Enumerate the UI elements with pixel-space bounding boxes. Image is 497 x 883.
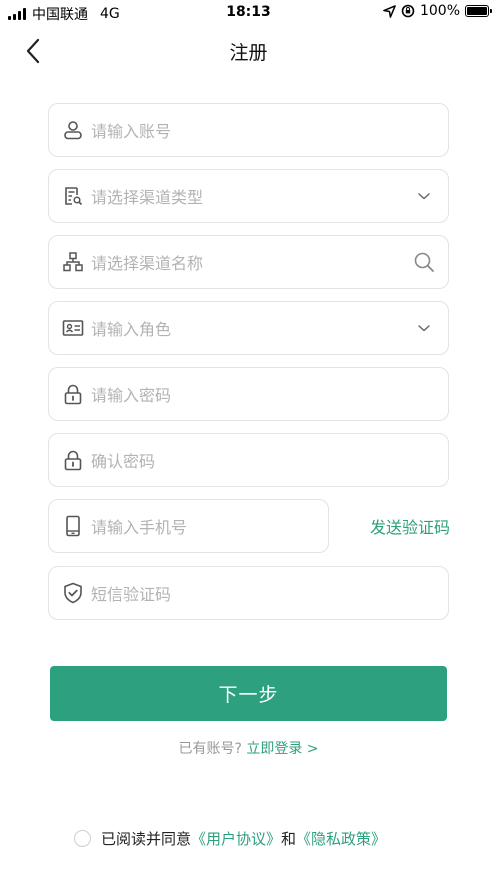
page-title: 注册 xyxy=(229,42,268,64)
nav-bar: 注册 xyxy=(0,26,497,74)
status-bar: 中国联通 4G 18:13 100% xyxy=(0,0,497,26)
battery-label: 100% xyxy=(419,3,460,19)
password-placeholder: 请输入密码 xyxy=(91,386,172,405)
lock-icon xyxy=(61,382,85,406)
role-select[interactable]: 请输入角色 xyxy=(48,301,449,355)
chevron-down-icon xyxy=(412,184,436,208)
sms-code-placeholder: 短信验证码 xyxy=(91,585,172,604)
location-icon xyxy=(383,4,396,18)
account-input[interactable]: 请输入账号 xyxy=(48,103,449,157)
send-code-button[interactable]: 发送验证码 xyxy=(356,514,450,538)
agreement-row: 已阅读并同意 《用户协议》 和 《隐私政策》 xyxy=(74,828,386,849)
privacy-policy-link[interactable]: 《隐私政策》 xyxy=(296,828,386,849)
shield-check-icon xyxy=(61,581,85,605)
channel-type-placeholder: 请选择渠道类型 xyxy=(91,188,204,207)
battery-icon xyxy=(465,5,492,17)
agreement-prefix: 已阅读并同意 xyxy=(101,830,192,848)
role-placeholder: 请输入角色 xyxy=(91,320,172,339)
org-chart-icon xyxy=(61,250,85,274)
channel-name-select[interactable]: 请选择渠道名称 xyxy=(48,235,449,289)
id-card-icon xyxy=(61,316,85,340)
login-link[interactable]: 立即登录 > xyxy=(246,741,318,757)
search-icon[interactable] xyxy=(412,250,436,274)
agreement-and: 和 xyxy=(281,830,297,848)
login-prompt: 已有账号? 立即登录 > xyxy=(0,738,497,758)
confirm-password-placeholder: 确认密码 xyxy=(91,452,156,471)
agreement-checkbox[interactable] xyxy=(74,830,91,847)
password-input[interactable]: 请输入密码 xyxy=(48,367,449,421)
chevron-down-icon xyxy=(412,316,436,340)
channel-name-placeholder: 请选择渠道名称 xyxy=(91,254,204,273)
user-icon xyxy=(61,118,85,142)
rotation-lock-icon xyxy=(401,4,415,18)
user-agreement-link[interactable]: 《用户协议》 xyxy=(191,828,281,849)
next-button[interactable]: 下一步 xyxy=(50,666,447,721)
login-prompt-text: 已有账号? xyxy=(178,741,242,757)
phone-placeholder: 请输入手机号 xyxy=(91,518,188,537)
battery-fill xyxy=(467,7,487,15)
sms-code-input[interactable]: 短信验证码 xyxy=(48,566,449,620)
phone-icon xyxy=(61,514,85,538)
account-placeholder: 请输入账号 xyxy=(91,122,172,141)
channel-type-select[interactable]: 请选择渠道类型 xyxy=(48,169,449,223)
lock-icon xyxy=(61,448,85,472)
document-search-icon xyxy=(61,184,85,208)
confirm-password-input[interactable]: 确认密码 xyxy=(48,433,449,487)
phone-input[interactable]: 请输入手机号 xyxy=(48,499,329,553)
status-right: 100% xyxy=(383,3,492,19)
